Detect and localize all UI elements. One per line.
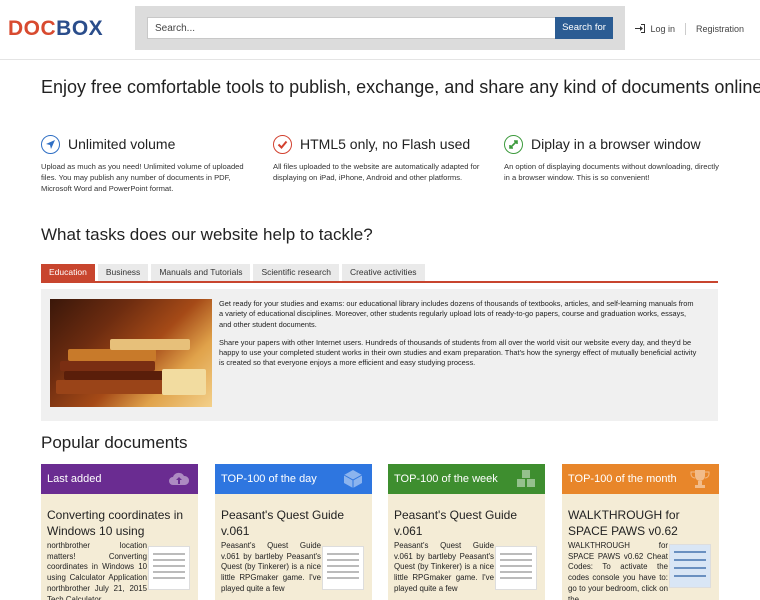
document-snippet: WALKTHROUGH for SPACE PAWS v0.62 Cheat C… — [568, 541, 668, 600]
tasks-tabs: Education Business Manuals and Tutorials… — [41, 264, 718, 283]
tab-education[interactable]: Education — [41, 264, 95, 281]
cloud-upload-icon — [169, 472, 190, 485]
document-thumbnail[interactable] — [669, 544, 711, 588]
tab-business[interactable]: Business — [97, 264, 149, 281]
document-title[interactable]: Converting coordinates in Windows 10 usi… — [47, 507, 195, 539]
document-snippet: Peasant's Quest Guide v.061 by bartleby … — [394, 541, 494, 593]
hero-heading: Enjoy free comfortable tools to publish,… — [41, 77, 760, 97]
column-header-label: TOP-100 of the month — [568, 473, 677, 485]
search-button[interactable]: Search for — [555, 17, 613, 39]
search-bar: Search for — [135, 6, 625, 50]
column-header-label: TOP-100 of the day — [221, 473, 317, 485]
document-title[interactable]: WALKTHROUGH for SPACE PAWS v0.62 — [568, 507, 716, 539]
education-books-image — [50, 299, 212, 407]
document-title[interactable]: Peasant's Quest Guide v.061 — [394, 507, 542, 539]
popular-column-top-week: TOP-100 of the week Peasant's Quest Guid… — [388, 464, 545, 600]
feature-description: An option of displaying documents withou… — [504, 162, 719, 182]
document-title[interactable]: Peasant's Quest Guide v.061 — [221, 507, 369, 539]
feature-description: Upload as much as you need! Unlimited vo… — [41, 162, 244, 193]
tab-scientific-research[interactable]: Scientific research — [253, 264, 339, 281]
document-snippet: northbrother location matters! Convertin… — [47, 541, 147, 600]
checkmark-icon — [273, 135, 292, 154]
feature-title: HTML5 only, no Flash used — [300, 136, 471, 152]
tab-paragraph: Get ready for your studies and exams: ou… — [219, 299, 694, 329]
site-header: DOCBOX Search for Log in Registration — [0, 0, 760, 60]
cubes-icon — [517, 470, 535, 487]
column-header[interactable]: TOP-100 of the day — [215, 464, 372, 494]
registration-link[interactable]: Registration — [696, 24, 744, 34]
popular-column-top-month: TOP-100 of the month WALKTHROUGH for SPA… — [562, 464, 719, 600]
feature-title: Diplay in a browser window — [531, 136, 701, 152]
user-menu: Log in Registration — [635, 23, 744, 35]
document-thumbnail[interactable] — [495, 546, 537, 590]
logo-doc: DOC — [8, 17, 57, 40]
trophy-icon — [690, 470, 710, 488]
cube-icon — [343, 470, 363, 488]
feature-title: Unlimited volume — [68, 136, 176, 152]
column-header[interactable]: TOP-100 of the month — [562, 464, 719, 494]
logo-box: BOX — [56, 17, 104, 40]
column-header[interactable]: Last added — [41, 464, 198, 494]
site-logo[interactable]: DOCBOX — [8, 17, 103, 41]
navigation-arrow-icon — [41, 135, 60, 154]
column-header-label: TOP-100 of the week — [394, 473, 498, 485]
search-input[interactable] — [147, 17, 555, 39]
column-header[interactable]: TOP-100 of the week — [388, 464, 545, 494]
tab-paragraph: Share your papers with other Internet us… — [219, 337, 697, 368]
popular-heading: Popular documents — [41, 433, 188, 452]
feature-description: All files uploaded to the website are au… — [273, 162, 480, 182]
login-label: Log in — [650, 24, 675, 34]
tab-description: Get ready for your studies and exams: ou… — [219, 299, 699, 377]
login-link[interactable]: Log in — [635, 23, 675, 35]
login-icon — [635, 23, 646, 35]
popular-column-last-added: Last added Converting coordinates in Win… — [41, 464, 198, 600]
tasks-heading: What tasks does our website help to tack… — [41, 225, 373, 244]
divider — [684, 23, 686, 35]
tab-panel-education: Get ready for your studies and exams: ou… — [41, 289, 718, 421]
tab-creative-activities[interactable]: Creative activities — [341, 264, 425, 281]
document-thumbnail[interactable] — [322, 546, 364, 590]
column-header-label: Last added — [47, 473, 102, 485]
document-thumbnail[interactable] — [148, 546, 190, 590]
document-snippet: Peasant's Quest Guide v.061 by bartleby … — [221, 541, 321, 593]
tab-manuals-and-tutorials[interactable]: Manuals and Tutorials — [151, 264, 251, 281]
expand-arrows-icon — [504, 135, 523, 154]
popular-column-top-day: TOP-100 of the day Peasant's Quest Guide… — [215, 464, 372, 600]
